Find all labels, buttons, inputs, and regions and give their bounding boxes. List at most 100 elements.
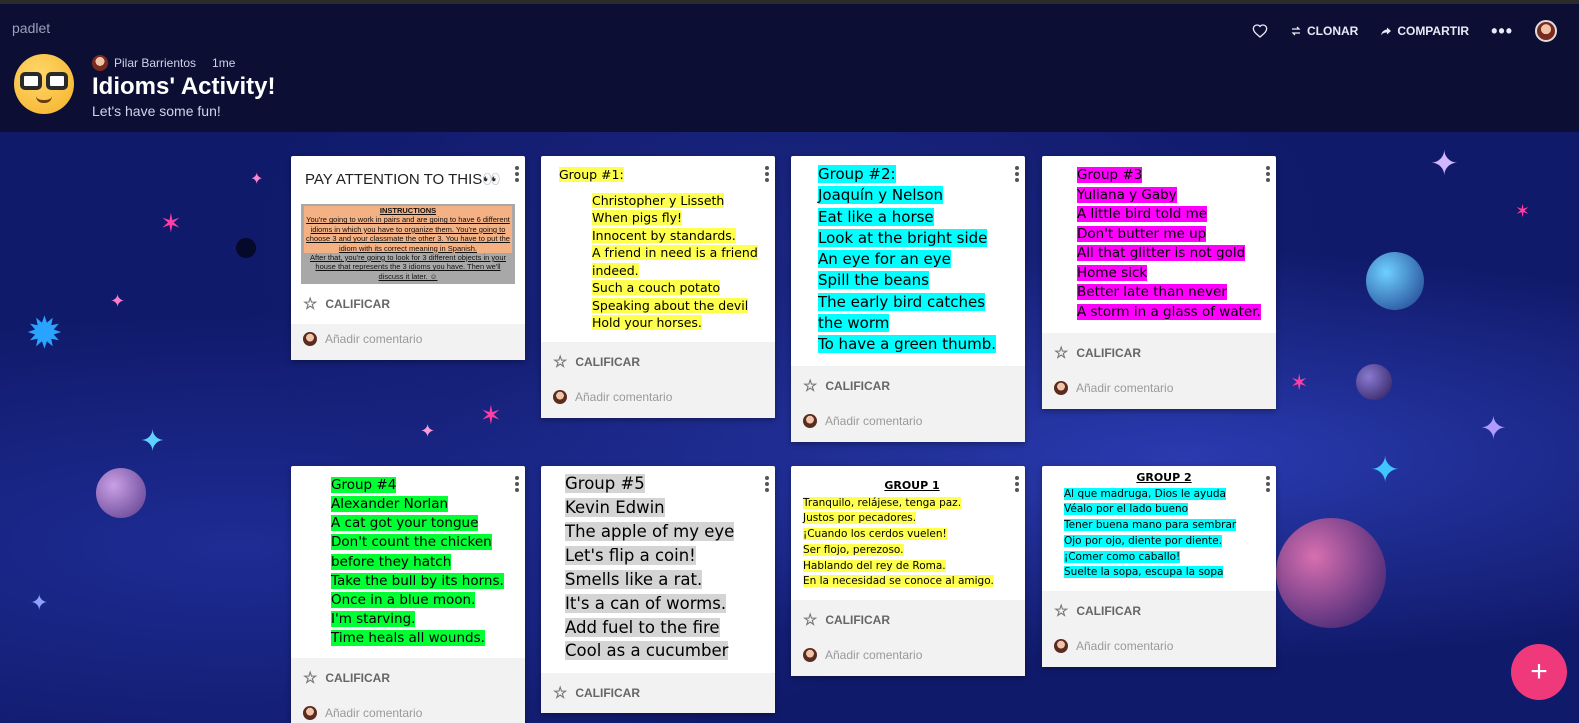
board-subtitle: Let's have some fun! <box>92 103 221 119</box>
meaning-item: ¡Cuando los cerdos vuelen! <box>803 528 947 540</box>
add-post-button[interactable]: + <box>1511 644 1567 700</box>
meaning-item: Suelte la sopa, escupa la sopa <box>1064 566 1224 579</box>
idiom-item: When pigs fly! <box>592 210 682 225</box>
comment-placeholder: Añadir comentario <box>325 332 423 346</box>
idiom-item: A friend in need is a friend indeed. <box>592 245 758 278</box>
star-decoration: ✦ <box>1430 145 1459 183</box>
post-menu-button[interactable] <box>515 474 519 494</box>
comment-placeholder: Añadir comentario <box>825 648 923 662</box>
board-title: Idioms' Activity! <box>92 73 276 100</box>
idiom-item: Eat like a horse <box>818 207 934 226</box>
commenter-avatar <box>303 332 317 346</box>
rate-button[interactable]: ☆ CALIFICAR <box>541 342 775 382</box>
star-outline-icon: ☆ <box>803 377 818 395</box>
share-label: COMPARTIR <box>1397 24 1470 38</box>
idiom-item: Look at the bright side <box>818 228 988 247</box>
star-decoration: ✦ <box>1370 449 1401 490</box>
comment-field[interactable]: Añadir comentario <box>291 324 525 360</box>
padlet-logo[interactable]: padlet <box>12 20 50 36</box>
meaning-item: Justos por pecadores. <box>803 512 917 525</box>
rate-label: CALIFICAR <box>325 297 391 311</box>
post-card-spanish-group-2[interactable]: GROUP 2 Al que madruga, Dios le ayuda Vé… <box>1042 466 1276 667</box>
post-card-group-4[interactable]: Group #4 Alexander Norlan A cat got your… <box>291 466 525 723</box>
meaning-item: Hablando del rey de Roma. <box>803 559 946 572</box>
comment-field[interactable]: Añadir comentario <box>1042 373 1276 409</box>
post-menu-button[interactable] <box>1266 474 1270 494</box>
star-outline-icon: ☆ <box>303 296 318 313</box>
rate-button[interactable]: ☆ CALIFICAR <box>291 658 525 698</box>
share-arrow-icon <box>1381 27 1392 36</box>
comment-field[interactable]: Añadir comentario <box>791 406 1025 442</box>
group-heading: GROUP 2 <box>1136 471 1192 484</box>
post-card-group-3[interactable]: Group #3 Yuliana y Gaby A little bird to… <box>1042 156 1276 409</box>
author-name: Pilar Barrientos <box>114 56 197 70</box>
comment-field[interactable]: Añadir comentario <box>541 382 775 418</box>
rate-label: CALIFICAR <box>1076 604 1142 618</box>
idiom-item: The early bird catches the worm <box>818 292 986 333</box>
star-decoration: ✦ <box>30 590 49 615</box>
planet-decoration <box>1356 364 1392 400</box>
meaning-item: Véalo por el lado bueno <box>1064 503 1189 516</box>
post-card-group-2[interactable]: Group #2: Joaquín y Nelson Eat like a ho… <box>791 156 1025 442</box>
instructions-text: You're going to work in pairs and are go… <box>304 215 512 253</box>
instructions-text: After that, you're going to look for 3 d… <box>310 252 506 281</box>
author-avatar[interactable] <box>92 55 108 71</box>
post-menu-button[interactable] <box>1015 164 1019 184</box>
comment-field[interactable]: Añadir comentario <box>791 640 1025 676</box>
comment-placeholder: Añadir comentario <box>1076 380 1174 395</box>
commenter-avatar <box>303 706 317 721</box>
rate-button[interactable]: ☆ CALIFICAR <box>291 284 525 324</box>
share-button[interactable]: COMPARTIR <box>1380 24 1469 38</box>
meaning-item: Tranquilo, relájese, tenga paz. <box>803 496 962 509</box>
group-members: Christopher y Lisseth <box>592 192 725 208</box>
clone-button[interactable]: CLONAR <box>1290 24 1358 38</box>
comment-placeholder: Añadir comentario <box>325 706 423 721</box>
instructions-heading: INSTRUCTIONS <box>304 206 512 216</box>
user-avatar[interactable] <box>1535 20 1557 42</box>
meaning-item: Al que madruga, Dios le ayuda <box>1064 487 1226 500</box>
commenter-avatar <box>803 648 817 662</box>
planet-decoration <box>1276 518 1386 628</box>
rate-button[interactable]: ☆ CALIFICAR <box>541 673 775 713</box>
comment-placeholder: Añadir comentario <box>825 413 923 428</box>
post-menu-button[interactable] <box>765 164 769 184</box>
rate-button[interactable]: ☆ CALIFICAR <box>791 600 1025 640</box>
comment-field[interactable]: Añadir comentario <box>1042 631 1276 667</box>
star-decoration: ✦ <box>1480 410 1507 446</box>
group-title: Group #5 <box>565 474 645 493</box>
rate-button[interactable]: ☆ CALIFICAR <box>1042 333 1276 373</box>
idiom-item: Innocent by standards. <box>592 227 736 243</box>
post-card-group-1[interactable]: Group #1: Christopher y Lisseth When pig… <box>541 156 775 418</box>
comment-field[interactable]: Añadir comentario <box>291 698 525 723</box>
clone-label: CLONAR <box>1306 24 1359 38</box>
star-decoration: ✦ <box>140 425 166 458</box>
post-title: PAY ATTENTION TO THIS👀 <box>305 171 501 188</box>
rate-label: CALIFICAR <box>575 686 641 701</box>
idiom-item: Hold your horses. <box>592 315 702 330</box>
heart-icon <box>1252 24 1268 38</box>
rate-button[interactable]: ☆ CALIFICAR <box>791 366 1025 406</box>
star-decoration: ✦ <box>420 421 436 441</box>
idiom-item: Add fuel to the fire <box>565 617 720 637</box>
rate-button[interactable]: ☆ CALIFICAR <box>1042 591 1276 631</box>
author-info: Pilar Barrientos 1me <box>92 55 245 71</box>
group-title: Group #3 <box>1077 167 1143 183</box>
board-wallpaper: ✶ ✦ ✹ ✦ ✶ ✦ ✦ ✶ ✦ ✦ ✶ ✦ ✦ <box>0 132 1579 723</box>
star-outline-icon: ☆ <box>1054 344 1069 362</box>
star-outline-icon: ☆ <box>553 353 568 371</box>
like-button[interactable] <box>1252 23 1268 39</box>
idiom-item: Cool as a cucumber <box>565 641 729 661</box>
post-card-group-5[interactable]: Group #5 Kevin Edwin The apple of my eye… <box>541 466 775 714</box>
post-card-spanish-group-1[interactable]: GROUP 1 Tranquilo, relájese, tenga paz. … <box>791 466 1025 676</box>
post-menu-button[interactable] <box>1015 474 1019 494</box>
post-menu-button[interactable] <box>515 164 519 184</box>
more-options-button[interactable]: ••• <box>1491 21 1513 42</box>
idiom-item: Let's flip a coin! <box>565 545 696 565</box>
idiom-item: The apple of my eye <box>565 521 735 541</box>
ellipsis-icon: ••• <box>1491 20 1513 41</box>
post-card-instructions[interactable]: PAY ATTENTION TO THIS👀 INSTRUCTIONS You'… <box>291 156 525 360</box>
post-menu-button[interactable] <box>1266 164 1270 184</box>
group-heading: GROUP 1 <box>884 479 940 492</box>
idiom-item: Smells like a rat. <box>565 569 703 589</box>
post-menu-button[interactable] <box>765 474 769 494</box>
